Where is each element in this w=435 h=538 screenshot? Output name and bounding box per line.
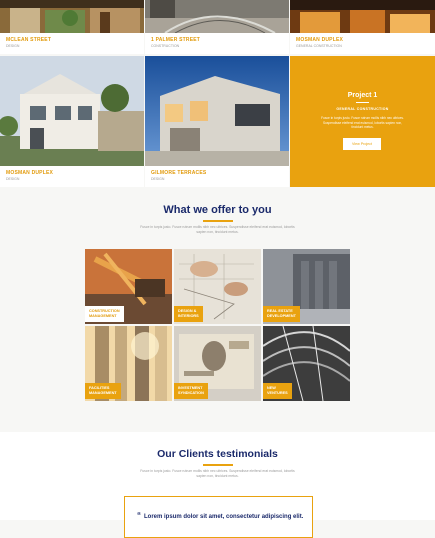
service-tile-facilities[interactable]: FACILITIES MANAGEMENT [85, 326, 172, 401]
service-tile-real-estate[interactable]: REAL ESTATE DEVELOPMENT [263, 249, 350, 324]
title-divider [356, 102, 369, 103]
project-subtitle: CONSTRUCTION [151, 44, 180, 48]
project-image [145, 56, 289, 166]
project-card-gilmore-terraces[interactable]: GILMORE TERRACES DESIGN [145, 56, 289, 187]
project-image [0, 0, 144, 33]
heading-underline [203, 464, 233, 466]
project-image [290, 0, 435, 33]
offer-heading: What we offer to you [163, 204, 272, 216]
featured-project-description: Fusce in turpis justo. Fusce rutrum moll… [321, 116, 404, 129]
service-label: INVESTMENT SYNDICATION [174, 383, 208, 399]
service-label: REAL ESTATE DEVELOPMENT [263, 306, 300, 322]
testimonials-heading: Our Clients testimonials [157, 448, 278, 460]
project-subtitle: GENERAL CONSTRUCTION [296, 44, 342, 48]
service-tile-design[interactable]: DESIGN & INTERIORS [174, 249, 261, 324]
project-card-mclean-street[interactable]: MCLEAN STREET DESIGN [0, 0, 144, 54]
project-card-mosman-duplex-1[interactable]: MOSMAN DUPLEX GENERAL CONSTRUCTION [290, 0, 435, 54]
project-subtitle: DESIGN [6, 177, 20, 181]
service-tile-construction[interactable]: CONSTRUCTION MANAGEMENT [85, 249, 172, 324]
service-tile-new-ventures[interactable]: NEW VENTURES [263, 326, 350, 401]
service-label: NEW VENTURES [263, 383, 292, 399]
heading-underline [203, 220, 233, 222]
service-label: CONSTRUCTION MANAGEMENT [85, 306, 124, 322]
project-title: 1 PALMER STREET [151, 37, 201, 43]
project-title: MOSMAN DUPLEX [296, 37, 344, 43]
project-subtitle: DESIGN [6, 44, 20, 48]
featured-project-category: GENERAL CONSTRUCTION [336, 107, 389, 111]
quote-icon: “ [137, 511, 141, 520]
project-card-mosman-duplex-2[interactable]: MOSMAN DUPLEX DESIGN [0, 56, 144, 187]
project-card-palmer-street[interactable]: 1 PALMER STREET CONSTRUCTION [145, 0, 289, 54]
testimonials-description: Fusce in turpis justo. Fusce rutrum moll… [140, 469, 295, 478]
offer-description: Fusce in turpis justo. Fusce rutrum moll… [140, 225, 295, 234]
project-title: MOSMAN DUPLEX [6, 170, 54, 176]
project-image [145, 0, 289, 33]
testimonial-quote: “Lorem ipsum dolor sit amet, consectetur… [137, 511, 304, 520]
view-project-button[interactable]: View Project [343, 138, 381, 150]
project-title: MCLEAN STREET [6, 37, 52, 43]
project-subtitle: DESIGN [151, 177, 165, 181]
project-title: GILMORE TERRACES [151, 170, 207, 176]
service-label: FACILITIES MANAGEMENT [85, 383, 121, 399]
service-label: DESIGN & INTERIORS [174, 306, 203, 322]
project-image [0, 56, 144, 166]
featured-project-title: Project 1 [347, 92, 378, 99]
testimonial-card: “Lorem ipsum dolor sit amet, consectetur… [124, 496, 313, 538]
featured-project-card: Project 1 GENERAL CONSTRUCTION Fusce in … [290, 56, 435, 187]
service-tile-investment[interactable]: INVESTMENT SYNDICATION [174, 326, 261, 401]
